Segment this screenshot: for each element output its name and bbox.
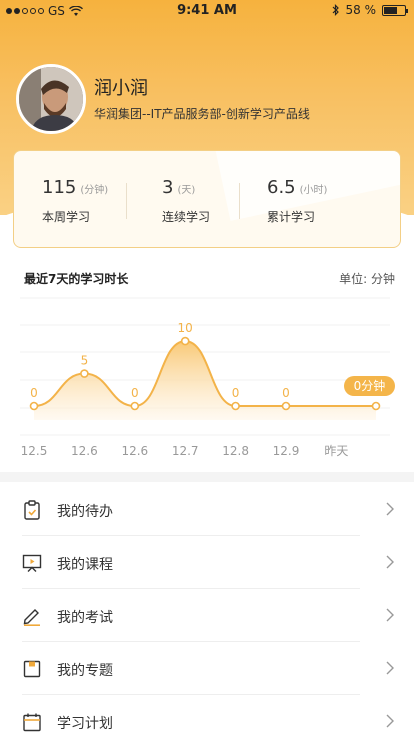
study-time-chart: 0 5 0 10 0 0 0分钟 12.5 12.6 12.6 12.7 12.8 12.9 昨天 bbox=[20, 297, 395, 458]
stat-value: 6.5 bbox=[267, 177, 296, 198]
data-point bbox=[371, 401, 381, 411]
data-label: 0 bbox=[282, 386, 290, 400]
chart-title: 最近7天的学习时长 bbox=[24, 272, 129, 286]
avatar[interactable] bbox=[16, 64, 86, 134]
stat-label: 累计学习 bbox=[267, 210, 316, 224]
user-name: 润小润 bbox=[94, 78, 148, 99]
x-tick-label: 12.7 bbox=[172, 444, 199, 458]
menu-item-courses[interactable]: 我的课程 bbox=[0, 536, 414, 589]
data-point bbox=[130, 401, 140, 411]
data-point bbox=[29, 401, 39, 411]
battery-icon bbox=[382, 4, 408, 16]
data-point bbox=[180, 336, 190, 346]
x-tick-label: 12.5 bbox=[21, 444, 48, 458]
user-organization: 华润集团--IT产品服务部-创新学习产品线 bbox=[94, 107, 310, 121]
divider bbox=[126, 183, 127, 219]
status-right: 58 % bbox=[332, 3, 408, 17]
x-tick-label: 昨天 bbox=[324, 444, 348, 458]
menu-list: 我的待办 我的课程 我的考试 我的专题 学习计划 bbox=[0, 483, 414, 736]
presentation-icon bbox=[22, 554, 42, 572]
divider bbox=[239, 183, 240, 219]
chevron-right-icon bbox=[386, 555, 394, 569]
menu-item-label: 我的待办 bbox=[57, 504, 113, 520]
profile-page: GS 9:41 AM 58 % 润小润 华润集团--IT产品服务部-创新学习产品… bbox=[0, 0, 414, 736]
battery-percent: 58 % bbox=[345, 3, 377, 17]
stat-value: 3 bbox=[162, 177, 174, 198]
status-bar: GS 9:41 AM 58 % bbox=[0, 0, 414, 22]
menu-item-topics[interactable]: 我的专题 bbox=[0, 642, 414, 695]
stat-label: 本周学习 bbox=[42, 210, 91, 224]
data-point bbox=[231, 401, 240, 411]
menu-item-study-plan[interactable]: 学习计划 bbox=[0, 695, 414, 736]
data-label: 0 bbox=[232, 386, 240, 400]
chevron-right-icon bbox=[386, 608, 394, 622]
menu-item-exams[interactable]: 我的考试 bbox=[0, 589, 414, 642]
data-label: 0 bbox=[30, 386, 38, 400]
x-tick-label: 12.6 bbox=[121, 444, 148, 458]
stat-unit: (分钟) bbox=[80, 185, 109, 196]
chart-unit-label: 单位: 分钟 bbox=[339, 272, 395, 286]
chevron-right-icon bbox=[386, 661, 394, 675]
menu-item-label: 我的课程 bbox=[57, 557, 113, 573]
x-tick-label: 12.6 bbox=[71, 444, 98, 458]
clipboard-icon bbox=[24, 500, 40, 520]
stats-card: 115 (分钟) 本周学习 3 (天) 连续学习 6.5 (小时) 累计学习 bbox=[13, 150, 401, 248]
stat-streak: 3 (天) 连续学习 bbox=[162, 177, 210, 225]
x-tick-label: 12.9 bbox=[273, 444, 300, 458]
stat-unit: (小时) bbox=[299, 185, 328, 196]
menu-item-label: 我的专题 bbox=[57, 663, 113, 679]
menu-item-label: 学习计划 bbox=[57, 716, 113, 732]
stat-unit: (天) bbox=[177, 185, 196, 196]
data-label: 5 bbox=[81, 354, 89, 368]
topic-icon bbox=[23, 660, 41, 678]
calendar-icon bbox=[23, 713, 41, 732]
stat-label: 连续学习 bbox=[162, 210, 211, 224]
menu-item-todo[interactable]: 我的待办 bbox=[0, 483, 414, 536]
data-label: 0 bbox=[131, 386, 139, 400]
current-value-label: 0分钟 bbox=[354, 378, 386, 393]
menu-item-label: 我的考试 bbox=[57, 610, 113, 626]
data-point bbox=[281, 401, 291, 411]
bluetooth-icon bbox=[332, 4, 339, 16]
stat-value: 115 bbox=[42, 177, 77, 198]
chevron-right-icon bbox=[386, 714, 394, 728]
chevron-right-icon bbox=[386, 502, 394, 516]
x-tick-label: 12.8 bbox=[222, 444, 249, 458]
section-divider bbox=[0, 472, 414, 482]
stat-weekly: 115 (分钟) 本周学习 bbox=[42, 177, 108, 225]
stat-total: 6.5 (小时) 累计学习 bbox=[267, 177, 327, 225]
data-label: 10 bbox=[178, 321, 193, 335]
data-point bbox=[80, 369, 89, 378]
pencil-icon bbox=[23, 609, 40, 626]
